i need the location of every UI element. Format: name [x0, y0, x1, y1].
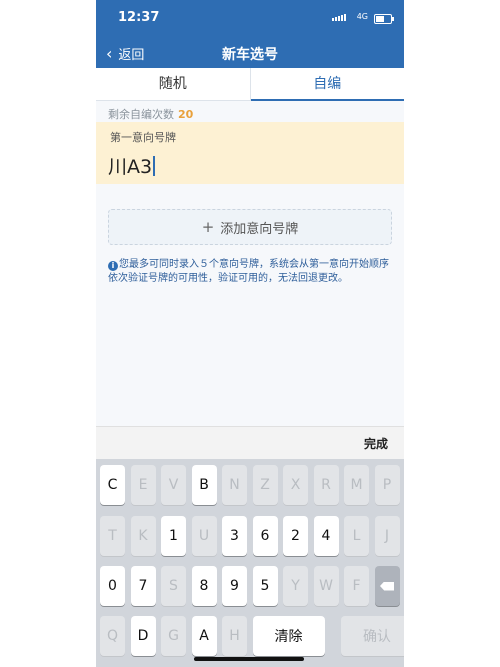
key-y[interactable]: Y: [283, 566, 308, 606]
key-w[interactable]: W: [313, 566, 339, 606]
plate-entry[interactable]: 第一意向号牌 川A3: [96, 122, 404, 184]
key-6[interactable]: 6: [252, 516, 278, 556]
battery-icon: [374, 14, 394, 24]
home-indicator: [194, 657, 304, 661]
key-t[interactable]: T: [100, 516, 125, 556]
key-h[interactable]: H: [222, 616, 247, 656]
key-0[interactable]: 0: [100, 566, 125, 606]
plate-value: 川A3: [108, 156, 153, 178]
key-s[interactable]: S: [161, 566, 186, 606]
key-3[interactable]: 3: [222, 516, 247, 556]
key-f[interactable]: F: [344, 566, 369, 606]
status-bar: 12:37 4G: [96, 0, 404, 36]
keyboard-toolbar: 完成: [96, 426, 404, 459]
tab-bar: 随机 自编: [96, 68, 404, 101]
backspace-key[interactable]: [374, 566, 400, 606]
key-e[interactable]: E: [130, 465, 156, 505]
notice-body: 您最多可同时录入５个意向号牌，系统会从第一意向开始顺序依次验证号牌的可用性，验证…: [108, 259, 389, 284]
plate-input[interactable]: 川A3: [108, 152, 156, 179]
key-5[interactable]: 5: [252, 566, 278, 606]
remaining-count: 剩余自编次数 20: [108, 106, 193, 122]
notice-text: i 您最多可同时录入５个意向号牌，系统会从第一意向开始顺序依次验证号牌的可用性，验…: [108, 258, 396, 286]
text-caret: [153, 155, 156, 176]
key-g[interactable]: G: [161, 616, 186, 656]
key-9[interactable]: 9: [222, 566, 247, 606]
key-p[interactable]: P: [374, 465, 400, 505]
key-a[interactable]: A: [191, 616, 217, 656]
backspace-icon: [380, 581, 394, 591]
key-l[interactable]: L: [344, 516, 369, 556]
key-b[interactable]: B: [191, 465, 217, 505]
page-title: 新车选号: [222, 47, 278, 63]
key-1[interactable]: 1: [161, 516, 186, 556]
confirm-key[interactable]: 确认: [340, 616, 404, 656]
info-icon: i: [108, 261, 118, 271]
key-u[interactable]: U: [191, 516, 217, 556]
phone-screen: 12:37 4G ‹ 返回 新车选号 随机 自编 剩余自编次数 20 第一意向号牌…: [96, 0, 404, 667]
key-4[interactable]: 4: [313, 516, 339, 556]
key-d[interactable]: D: [130, 616, 156, 656]
clear-key[interactable]: 清除: [252, 616, 325, 656]
network-label: 4G: [356, 12, 368, 21]
plate-keyboard: C E V B N Z X R M P T K 1 U 3 6 2 4 L J 0 7 S 8 9 5 Y W F Q D G A H 清除 确认: [96, 459, 404, 667]
key-n[interactable]: N: [222, 465, 247, 505]
key-v[interactable]: V: [161, 465, 186, 505]
key-m[interactable]: M: [344, 465, 369, 505]
key-c[interactable]: C: [100, 465, 125, 505]
done-button[interactable]: 完成: [364, 435, 388, 452]
nav-bar: ‹ 返回 新车选号: [96, 36, 404, 68]
add-plate-label: 添加意向号牌: [220, 221, 299, 237]
signal-icon: [332, 14, 346, 21]
key-8[interactable]: 8: [191, 566, 217, 606]
key-7[interactable]: 7: [130, 566, 156, 606]
status-time: 12:37: [118, 10, 160, 25]
remaining-label: 剩余自编次数: [108, 108, 174, 121]
key-r[interactable]: R: [313, 465, 339, 505]
key-2[interactable]: 2: [283, 516, 308, 556]
key-q[interactable]: Q: [100, 616, 125, 656]
key-j[interactable]: J: [374, 516, 400, 556]
tab-random[interactable]: 随机: [96, 68, 250, 100]
tab-custom[interactable]: 自编: [249, 68, 405, 101]
remaining-number: 20: [178, 108, 194, 121]
key-z[interactable]: Z: [252, 465, 278, 505]
add-plate-button[interactable]: + 添加意向号牌: [108, 209, 392, 245]
plus-icon: +: [201, 218, 215, 236]
key-k[interactable]: K: [130, 516, 156, 556]
key-x[interactable]: X: [283, 465, 308, 505]
plate-label: 第一意向号牌: [110, 131, 176, 144]
